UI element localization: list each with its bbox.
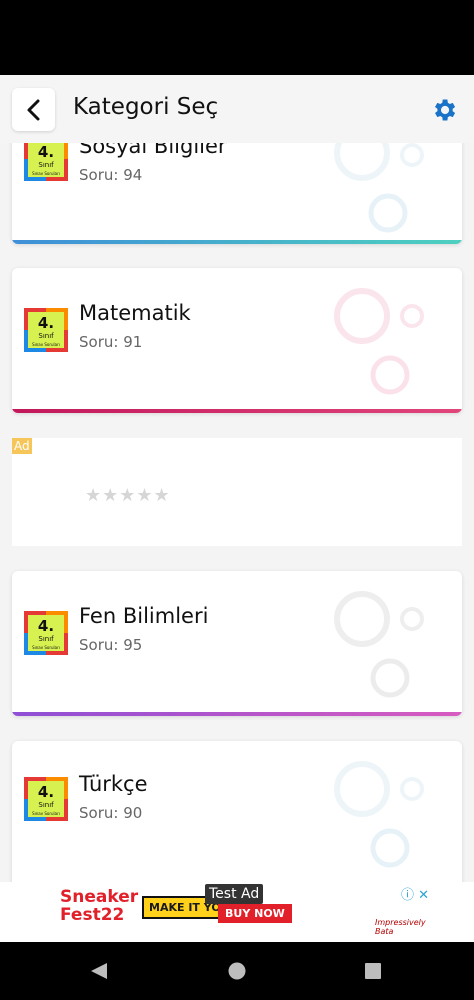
system-nav-bar: [0, 942, 474, 1000]
svg-text:Sınıf: Sınıf: [38, 332, 54, 340]
page-title: Kategori Seç: [73, 94, 219, 120]
svg-text:Sınav Soruları: Sınav Soruları: [32, 171, 60, 176]
nav-recents-icon[interactable]: [365, 963, 381, 979]
svg-text:Sınıf: Sınıf: [38, 801, 54, 809]
status-bar: [0, 0, 474, 75]
svg-text:Sınav Soruları: Sınav Soruları: [32, 811, 60, 816]
category-card-sosyal-bilgiler[interactable]: 4. Sınıf Sınav Soruları Sosyal Bilgiler …: [12, 143, 462, 244]
grade-badge-icon: 4. Sınıf Sınav Soruları: [24, 611, 68, 655]
ad-label: Ad: [12, 438, 32, 454]
category-name: Fen Bilimleri: [79, 604, 209, 628]
category-name: Matematik: [79, 301, 191, 325]
bottom-banner-ad[interactable]: Sneaker Fest22 MAKE IT YOURS BUY NOW Tes…: [0, 882, 474, 942]
app-bar: Kategori Seç: [0, 75, 474, 143]
question-count: Soru: 90: [79, 804, 143, 822]
ad-tagline: Impressively Bata: [375, 918, 426, 936]
rating-stars: ★★★★★: [85, 485, 171, 506]
svg-text:4.: 4.: [38, 143, 54, 161]
decorative-circles: [334, 143, 424, 233]
question-count: Soru: 95: [79, 636, 143, 654]
ad-brand-line1: Sneaker: [60, 887, 139, 907]
close-icon[interactable]: ✕: [418, 888, 429, 903]
svg-text:4.: 4.: [38, 783, 54, 801]
grade-badge-icon: 4. Sınıf Sınav Soruları: [24, 777, 68, 821]
category-list: 4. Sınıf Sınav Soruları Sosyal Bilgiler …: [0, 143, 474, 882]
chevron-left-icon: [27, 99, 39, 120]
category-card-turkce[interactable]: 4. Sınıf Sınav Soruları Türkçe Soru: 90: [12, 741, 462, 882]
banner-creative[interactable]: Sneaker Fest22 MAKE IT YOURS BUY NOW Tes…: [45, 882, 429, 942]
svg-text:4.: 4.: [38, 617, 54, 635]
grade-badge-icon: 4. Sınıf Sınav Soruları: [24, 143, 68, 181]
svg-text:4.: 4.: [38, 314, 54, 332]
svg-text:Sınıf: Sınıf: [38, 161, 54, 169]
adchoices-icon[interactable]: ⓘ ✕: [401, 884, 429, 903]
decorative-circles: [334, 761, 424, 868]
ad-brand: Sneaker Fest22: [60, 888, 138, 924]
svg-text:Sınıf: Sınıf: [38, 635, 54, 643]
category-name: Türkçe: [79, 772, 148, 796]
test-ad-label: Test Ad: [205, 884, 264, 904]
svg-text:Sınav Soruları: Sınav Soruları: [32, 645, 60, 650]
native-ad[interactable]: Ad ★★★★★: [12, 438, 462, 546]
back-button[interactable]: [12, 88, 55, 131]
svg-text:Sınav Soruları: Sınav Soruları: [32, 342, 60, 347]
ad-cta-button[interactable]: BUY NOW: [218, 904, 292, 923]
category-name: Sosyal Bilgiler: [79, 143, 227, 158]
question-count: Soru: 91: [79, 333, 143, 351]
category-card-fen-bilimleri[interactable]: 4. Sınıf Sınav Soruları Fen Bilimleri So…: [12, 571, 462, 716]
decorative-circles: [334, 288, 424, 395]
card-accent-bar: [12, 712, 462, 716]
question-count: Soru: 94: [79, 166, 143, 184]
card-accent-bar: [12, 409, 462, 413]
ad-brand-line2: Fest22: [60, 905, 125, 925]
category-card-matematik[interactable]: 4. Sınıf Sınav Soruları Matematik Soru: …: [12, 268, 462, 413]
nav-back-icon[interactable]: [89, 962, 109, 980]
gear-icon[interactable]: [430, 96, 458, 124]
nav-home-icon[interactable]: [228, 962, 246, 980]
decorative-circles: [334, 591, 424, 698]
card-accent-bar: [12, 240, 462, 244]
grade-badge-icon: 4. Sınıf Sınav Soruları: [24, 308, 68, 352]
